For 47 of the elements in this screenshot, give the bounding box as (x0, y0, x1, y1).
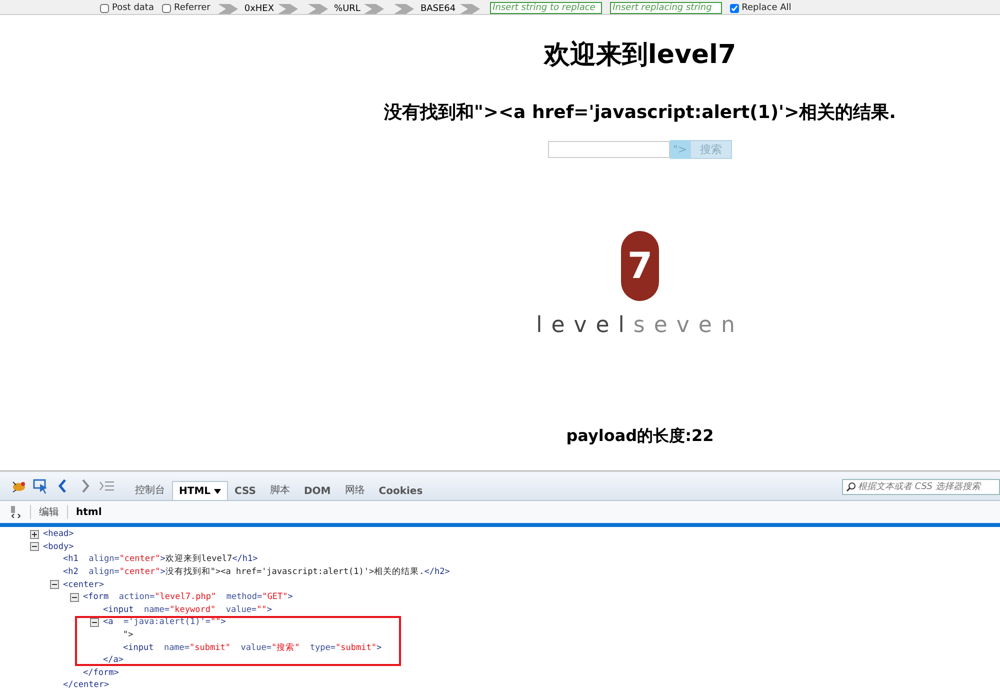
code-line: <center> (63, 578, 104, 591)
html-source-icon[interactable] (10, 506, 22, 518)
devtools-tab[interactable]: 控制台 (128, 478, 172, 500)
input-field[interactable]: Insert replacing string (610, 2, 722, 14)
checkbox-label: Post data (112, 2, 154, 14)
devtools-tab[interactable]: Cookies (372, 481, 430, 500)
page-heading: 欢迎来到level7 (544, 39, 736, 72)
collapse-icon[interactable] (70, 592, 79, 602)
expand-icon[interactable] (30, 530, 39, 539)
code-line: <a ='java:alert(1)'=""> (103, 616, 226, 628)
result-heading: 没有找到和"><a href='javascript:alert(1)'>相关的结果. (384, 101, 896, 124)
breadcrumb-item[interactable]: html (76, 506, 102, 518)
caret-icon[interactable] (214, 489, 221, 494)
code-line: <input name="submit" value="搜索" type="submit"> (123, 642, 382, 654)
encoder-label[interactable]: BASE64 (420, 4, 456, 14)
checkbox[interactable] (730, 4, 739, 12)
search-icon (846, 482, 856, 492)
code-line: "> (123, 629, 134, 642)
code-line: </form> (83, 666, 119, 679)
code-line: <input name="keyword" value=""> (103, 604, 272, 616)
code-line: <h1 align="center">欢迎来到level7</h1> (63, 553, 258, 566)
edit-button[interactable]: 编辑 (39, 505, 59, 519)
keyword-field[interactable] (548, 141, 670, 158)
code-line: <head> (43, 528, 74, 540)
collapse-icon[interactable] (30, 542, 39, 552)
code-line: </a> (103, 654, 124, 666)
devtools-tab[interactable]: 脚本 (263, 478, 297, 500)
devtools-tab[interactable]: 网络 (338, 478, 372, 500)
input-field[interactable]: Insert string to replace (490, 2, 602, 14)
code-line: </center> (63, 679, 110, 692)
checkbox-label: Replace All (742, 2, 792, 14)
code-line: <h2 align="center">没有找到和"><a href='javascript:alert(1)'>相关的结果.</h2> (63, 566, 450, 578)
collapse-icon[interactable] (90, 618, 99, 627)
checkbox-label: Referrer (174, 2, 210, 14)
encoder-label[interactable]: 0xHEX (244, 4, 274, 14)
code-line: <form action="level7.php" method="GET"> (83, 591, 293, 604)
logo-wordmark: level seven (536, 313, 744, 338)
code-line: <body> (43, 540, 74, 553)
devtools-tab[interactable]: HTML (172, 481, 228, 500)
devtools-tab[interactable]: CSS (228, 481, 263, 500)
checkbox[interactable] (162, 4, 171, 12)
collapse-icon[interactable] (50, 580, 59, 590)
payload-length: payload的长度:22 (566, 426, 714, 447)
logo-badge: 7 (620, 231, 659, 301)
devtools-tab[interactable]: DOM (297, 481, 338, 500)
checkbox[interactable] (100, 4, 109, 12)
encoder-label[interactable]: %URL (334, 4, 360, 14)
